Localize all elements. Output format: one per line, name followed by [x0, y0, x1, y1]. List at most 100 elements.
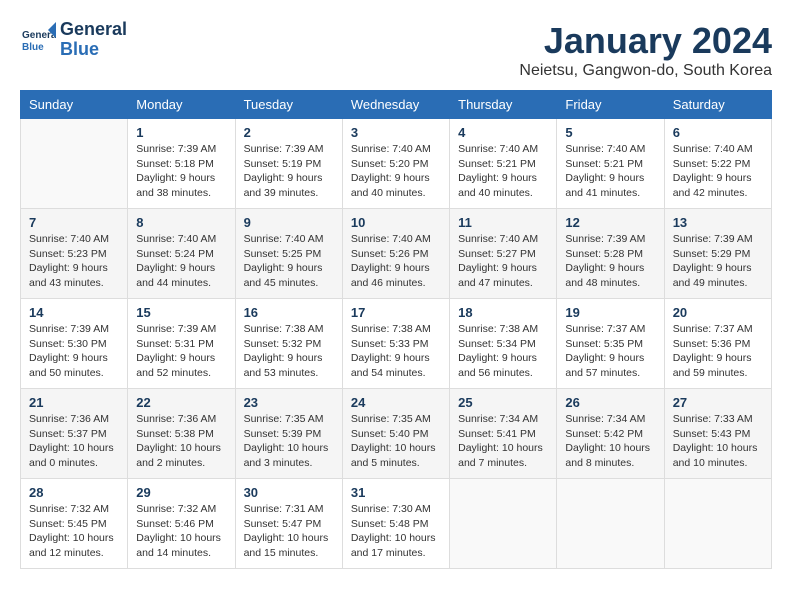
calendar-cell: 29Sunrise: 7:32 AM Sunset: 5:46 PM Dayli…: [128, 479, 235, 569]
logo-text-line2: Blue: [60, 40, 127, 60]
day-number: 28: [29, 485, 119, 500]
day-info: Sunrise: 7:34 AM Sunset: 5:42 PM Dayligh…: [565, 412, 655, 471]
calendar-cell: [450, 479, 557, 569]
calendar-cell: 16 Sunrise: 7:38 AM Sunset: 5:32 PM Dayli…: [235, 299, 342, 389]
day-info: Sunrise: 7:31 AM Sunset: 5:47 PM Dayligh…: [244, 502, 334, 561]
calendar-cell: 2Sunrise: 7:39 AM Sunset: 5:19 PM Daylig…: [235, 119, 342, 209]
weekday-header-thursday: Thursday: [450, 91, 557, 119]
day-info: Sunrise: 7:39 AM Sunset: 5:19 PM Dayligh…: [244, 142, 334, 201]
calendar-cell: 27 Sunrise: 7:33 AM Sunset: 5:43 PM Dayli…: [664, 389, 771, 479]
weekday-header-sunday: Sunday: [21, 91, 128, 119]
calendar-cell: 13 Sunrise: 7:39 AM Sunset: 5:29 PM Dayli…: [664, 209, 771, 299]
day-number: 25: [458, 395, 548, 410]
calendar-cell: 3 Sunrise: 7:40 AM Sunset: 5:20 PM Daylig…: [342, 119, 449, 209]
day-info: Sunrise: 7:32 AM Sunset: 5:46 PM Dayligh…: [136, 502, 226, 561]
calendar-cell: 10 Sunrise: 7:40 AM Sunset: 5:26 PM Dayli…: [342, 209, 449, 299]
page-header: General Blue General Blue January 2024 N…: [20, 20, 772, 80]
day-info: Sunrise: 7:40 AM Sunset: 5:23 PM Dayligh…: [29, 232, 119, 291]
calendar-cell: 17 Sunrise: 7:38 AM Sunset: 5:33 PM Dayli…: [342, 299, 449, 389]
calendar-cell: 21 Sunrise: 7:36 AM Sunset: 5:37 PM Dayli…: [21, 389, 128, 479]
weekday-header-monday: Monday: [128, 91, 235, 119]
calendar-week-row: 7 Sunrise: 7:40 AM Sunset: 5:23 PM Daylig…: [21, 209, 772, 299]
day-info: Sunrise: 7:34 AM Sunset: 5:41 PM Dayligh…: [458, 412, 548, 471]
calendar-cell: [557, 479, 664, 569]
day-number: 23: [244, 395, 334, 410]
calendar-week-row: 1 Sunrise: 7:39 AM Sunset: 5:18 PM Daylig…: [21, 119, 772, 209]
calendar-cell: 24 Sunrise: 7:35 AM Sunset: 5:40 PM Dayli…: [342, 389, 449, 479]
day-info: Sunrise: 7:37 AM Sunset: 5:35 PM Dayligh…: [565, 322, 655, 381]
day-number: 13: [673, 215, 763, 230]
day-info: Sunrise: 7:40 AM Sunset: 5:21 PM Dayligh…: [458, 142, 548, 201]
calendar-cell: 8 Sunrise: 7:40 AM Sunset: 5:24 PM Daylig…: [128, 209, 235, 299]
day-info: Sunrise: 7:36 AM Sunset: 5:37 PM Dayligh…: [29, 412, 119, 471]
calendar-cell: 28 Sunrise: 7:32 AM Sunset: 5:45 PM Dayli…: [21, 479, 128, 569]
calendar-week-row: 21 Sunrise: 7:36 AM Sunset: 5:37 PM Dayli…: [21, 389, 772, 479]
weekday-header-tuesday: Tuesday: [235, 91, 342, 119]
day-number: 30: [244, 485, 334, 500]
day-info: Sunrise: 7:35 AM Sunset: 5:39 PM Dayligh…: [244, 412, 334, 471]
calendar-cell: 11Sunrise: 7:40 AM Sunset: 5:27 PM Dayli…: [450, 209, 557, 299]
calendar-cell: 19 Sunrise: 7:37 AM Sunset: 5:35 PM Dayli…: [557, 299, 664, 389]
day-number: 12: [565, 215, 655, 230]
calendar-cell: 12 Sunrise: 7:39 AM Sunset: 5:28 PM Dayli…: [557, 209, 664, 299]
calendar-cell: 7 Sunrise: 7:40 AM Sunset: 5:23 PM Daylig…: [21, 209, 128, 299]
weekday-header-friday: Friday: [557, 91, 664, 119]
calendar-cell: 31Sunrise: 7:30 AM Sunset: 5:48 PM Dayli…: [342, 479, 449, 569]
calendar-cell: 25 Sunrise: 7:34 AM Sunset: 5:41 PM Dayli…: [450, 389, 557, 479]
day-number: 8: [136, 215, 226, 230]
calendar-cell: 26 Sunrise: 7:34 AM Sunset: 5:42 PM Dayli…: [557, 389, 664, 479]
day-number: 24: [351, 395, 441, 410]
day-info: Sunrise: 7:38 AM Sunset: 5:33 PM Dayligh…: [351, 322, 441, 381]
day-info: Sunrise: 7:40 AM Sunset: 5:22 PM Dayligh…: [673, 142, 763, 201]
day-info: Sunrise: 7:38 AM Sunset: 5:34 PM Dayligh…: [458, 322, 548, 381]
day-info: Sunrise: 7:36 AM Sunset: 5:38 PM Dayligh…: [136, 412, 226, 471]
day-number: 5: [565, 125, 655, 140]
calendar-cell: [664, 479, 771, 569]
calendar-week-row: 14 Sunrise: 7:39 AM Sunset: 5:30 PM Dayli…: [21, 299, 772, 389]
day-number: 3: [351, 125, 441, 140]
day-number: 21: [29, 395, 119, 410]
day-number: 22: [136, 395, 226, 410]
weekday-header-saturday: Saturday: [664, 91, 771, 119]
day-number: 16: [244, 305, 334, 320]
day-info: Sunrise: 7:33 AM Sunset: 5:43 PM Dayligh…: [673, 412, 763, 471]
day-info: Sunrise: 7:39 AM Sunset: 5:31 PM Dayligh…: [136, 322, 226, 381]
day-info: Sunrise: 7:40 AM Sunset: 5:24 PM Dayligh…: [136, 232, 226, 291]
calendar-week-row: 28 Sunrise: 7:32 AM Sunset: 5:45 PM Dayli…: [21, 479, 772, 569]
day-number: 7: [29, 215, 119, 230]
calendar-cell: 5Sunrise: 7:40 AM Sunset: 5:21 PM Daylig…: [557, 119, 664, 209]
calendar-cell: 18Sunrise: 7:38 AM Sunset: 5:34 PM Dayli…: [450, 299, 557, 389]
calendar-cell: 6Sunrise: 7:40 AM Sunset: 5:22 PM Daylig…: [664, 119, 771, 209]
day-number: 9: [244, 215, 334, 230]
day-info: Sunrise: 7:40 AM Sunset: 5:26 PM Dayligh…: [351, 232, 441, 291]
day-number: 26: [565, 395, 655, 410]
day-number: 31: [351, 485, 441, 500]
calendar-table: SundayMondayTuesdayWednesdayThursdayFrid…: [20, 90, 772, 569]
day-info: Sunrise: 7:38 AM Sunset: 5:32 PM Dayligh…: [244, 322, 334, 381]
calendar-cell: 15Sunrise: 7:39 AM Sunset: 5:31 PM Dayli…: [128, 299, 235, 389]
calendar-cell: 22 Sunrise: 7:36 AM Sunset: 5:38 PM Dayli…: [128, 389, 235, 479]
location-title: Neietsu, Gangwon-do, South Korea: [519, 62, 772, 80]
day-info: Sunrise: 7:40 AM Sunset: 5:20 PM Dayligh…: [351, 142, 441, 201]
day-info: Sunrise: 7:39 AM Sunset: 5:29 PM Dayligh…: [673, 232, 763, 291]
day-info: Sunrise: 7:39 AM Sunset: 5:30 PM Dayligh…: [29, 322, 119, 381]
day-number: 10: [351, 215, 441, 230]
day-number: 17: [351, 305, 441, 320]
day-number: 27: [673, 395, 763, 410]
day-number: 19: [565, 305, 655, 320]
day-info: Sunrise: 7:37 AM Sunset: 5:36 PM Dayligh…: [673, 322, 763, 381]
logo-text-line1: General: [60, 20, 127, 40]
day-info: Sunrise: 7:35 AM Sunset: 5:40 PM Dayligh…: [351, 412, 441, 471]
title-section: January 2024 Neietsu, Gangwon-do, South …: [519, 20, 772, 80]
day-number: 1: [136, 125, 226, 140]
day-info: Sunrise: 7:40 AM Sunset: 5:27 PM Dayligh…: [458, 232, 548, 291]
calendar-cell: 9Sunrise: 7:40 AM Sunset: 5:25 PM Daylig…: [235, 209, 342, 299]
weekday-header-wednesday: Wednesday: [342, 91, 449, 119]
calendar-cell: 30 Sunrise: 7:31 AM Sunset: 5:47 PM Dayli…: [235, 479, 342, 569]
logo-icon: General Blue: [20, 22, 56, 58]
day-info: Sunrise: 7:39 AM Sunset: 5:18 PM Dayligh…: [136, 142, 226, 201]
day-info: Sunrise: 7:39 AM Sunset: 5:28 PM Dayligh…: [565, 232, 655, 291]
day-info: Sunrise: 7:32 AM Sunset: 5:45 PM Dayligh…: [29, 502, 119, 561]
day-number: 20: [673, 305, 763, 320]
day-number: 14: [29, 305, 119, 320]
